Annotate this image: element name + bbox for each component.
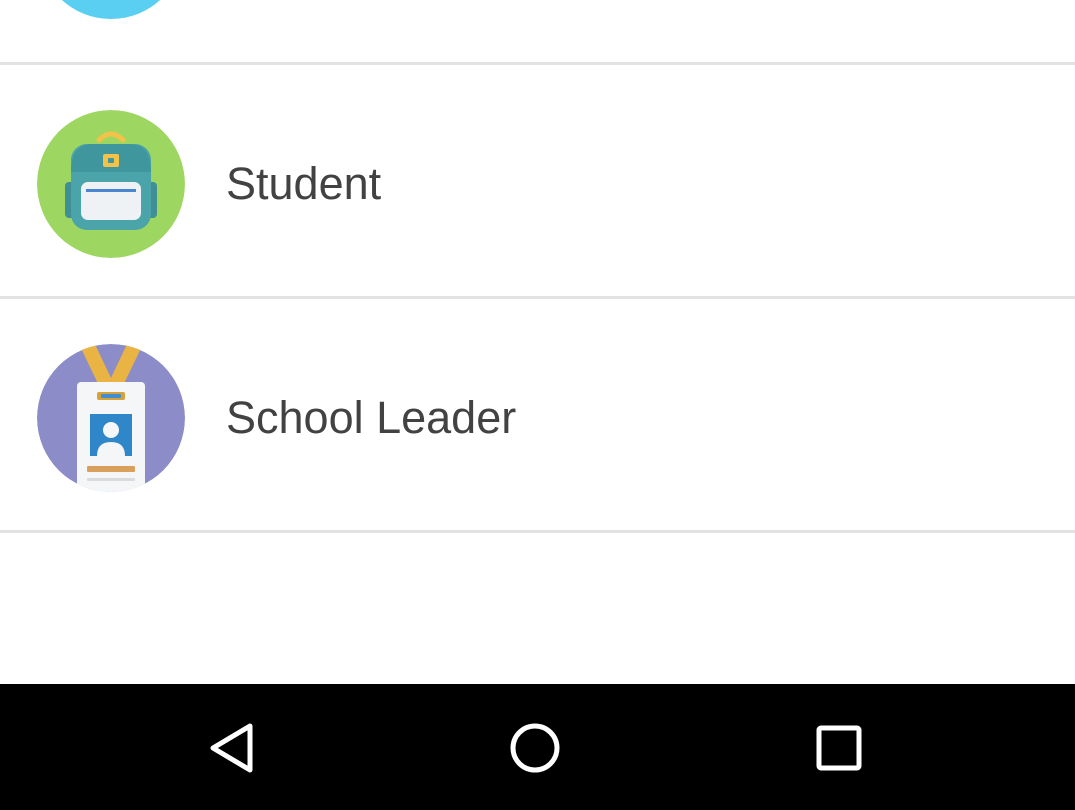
role-item-student[interactable]: Student (0, 66, 1075, 296)
role-label-school-leader: School Leader (226, 392, 517, 443)
navigation-bar (0, 684, 1075, 810)
list-divider (0, 296, 1075, 299)
backpack-icon (37, 110, 185, 258)
role-item-school-leader[interactable]: School Leader (0, 300, 1075, 530)
back-triangle-icon (210, 723, 253, 773)
back-button[interactable] (196, 712, 268, 784)
recents-square-icon (816, 725, 862, 771)
screen: Student School Leader (0, 0, 1075, 810)
list-divider (0, 530, 1075, 533)
home-circle-icon (510, 723, 560, 773)
recents-button[interactable] (803, 712, 875, 784)
list-divider (0, 62, 1075, 65)
partial-role-avatar[interactable] (38, 0, 184, 19)
role-label-student: Student (226, 158, 382, 209)
home-button[interactable] (499, 712, 571, 784)
id-badge-icon (37, 344, 185, 492)
